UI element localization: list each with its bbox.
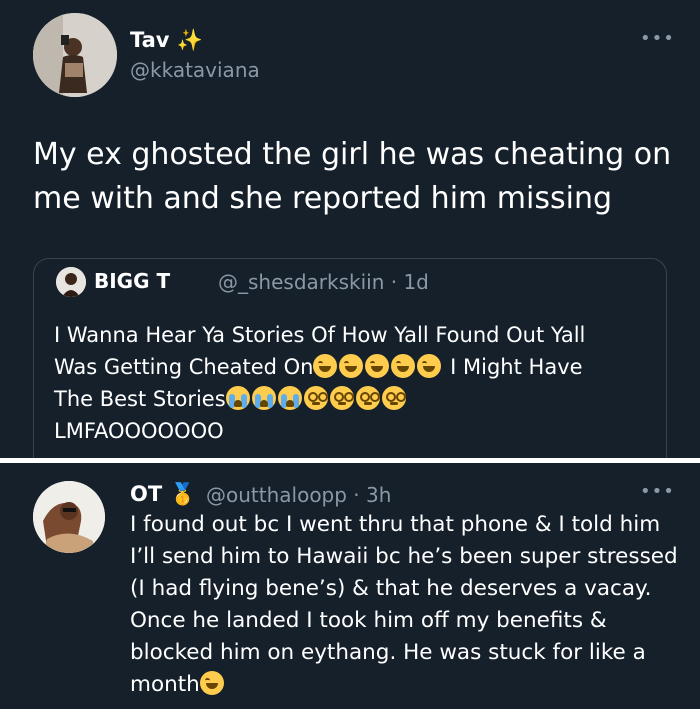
dizzy-face-emoji-icon [329,386,354,410]
gold-medal-icon: 🥇 [169,482,196,506]
quoted-line-1: I Wanna Hear Ya Stories Of How Yall Foun… [54,323,586,347]
quoted-line-3-text: The Best Stories [54,387,226,411]
bigg-t-avatar-image [56,267,86,297]
reply-tweet: OT 🥇 @outthaloopp · 3h ••• I found out b… [0,463,700,709]
quoted-display-name[interactable]: BIGG T [94,269,170,293]
ot-avatar[interactable] [33,481,105,553]
loudly-crying-emoji-icon [251,386,276,410]
quoted-line-4: LMFAOOOOOOO [54,419,224,443]
ot-name-text: OT [130,482,163,506]
quoted-line-2: Was Getting Cheated On I Might Have [54,351,654,383]
quoted-line-2-end: I Might Have [443,355,583,379]
quoted-line-3: The Best Stories [54,383,654,415]
ot-handle[interactable]: @outthaloopp · 3h [206,483,391,507]
dizzy-face-emoji-icon [381,386,406,410]
loudly-crying-emoji-icon [277,386,302,410]
rofl-emoji-icon [417,354,442,378]
reply-tweet-text: I found out bc I went thru that phone & … [130,509,690,701]
tav-avatar[interactable] [33,13,117,97]
main-tweet: Tav ✨ @kkataviana ••• My ex ghosted the … [0,0,700,458]
rofl-emoji-icon [339,354,364,378]
tav-handle[interactable]: @kkataviana [130,58,260,82]
dizzy-face-emoji-icon [355,386,380,410]
quoted-handle[interactable]: @_shesdarkskiin · 1d [218,270,429,294]
loudly-crying-emoji-icon [225,386,250,410]
rofl-emoji-icon [313,354,338,378]
rofl-emoji-icon [365,354,390,378]
tav-name-text: Tav [130,28,170,52]
rofl-emoji-icon [199,671,224,695]
quoted-tweet[interactable]: BIGG T @_shesdarkskiin · 1d I Wanna Hear… [33,258,667,458]
reply-text: I found out bc I went thru that phone & … [130,512,678,697]
bigg-t-avatar[interactable] [56,267,86,297]
quoted-line-2-text: Was Getting Cheated On [54,355,314,379]
tav-display-name[interactable]: Tav ✨ [130,28,203,53]
dizzy-face-emoji-icon [303,386,328,410]
sparkles-icon: ✨ [176,28,203,52]
more-dots-icon[interactable]: ••• [640,481,675,502]
more-dots-icon[interactable]: ••• [640,28,675,49]
tweet-text: My ex ghosted the girl he was cheating o… [33,137,672,216]
rofl-emoji-icon [391,354,416,378]
ot-display-name[interactable]: OT 🥇 [130,482,196,507]
quoted-tweet-text: I Wanna Hear Ya Stories Of How Yall Foun… [54,319,654,447]
tav-avatar-image [33,13,117,97]
ot-avatar-image [33,481,105,553]
